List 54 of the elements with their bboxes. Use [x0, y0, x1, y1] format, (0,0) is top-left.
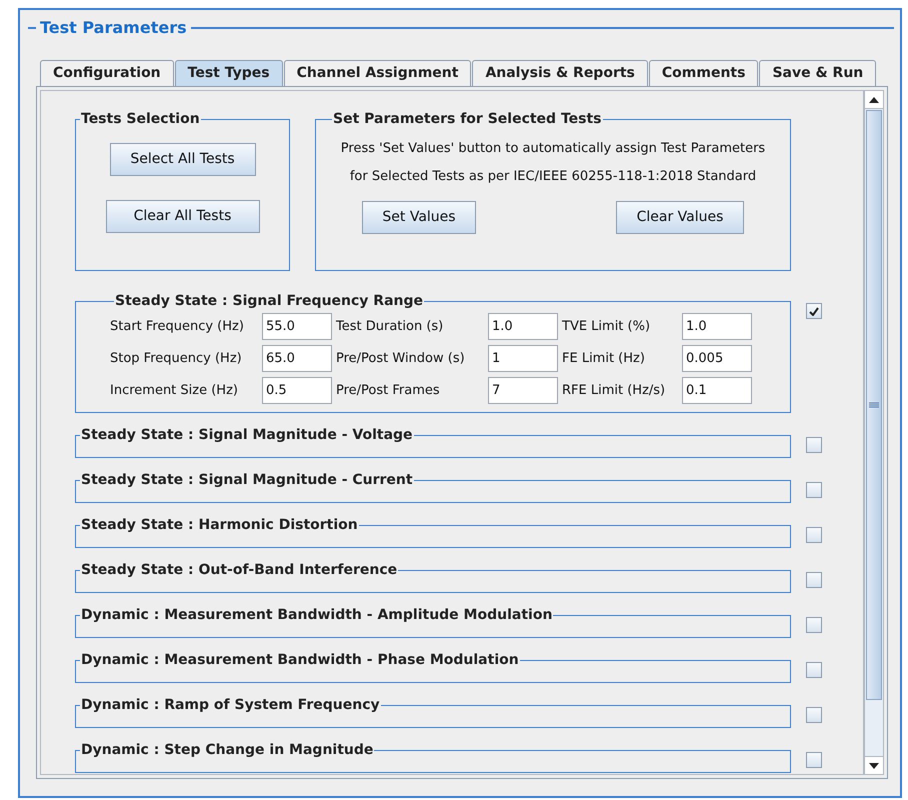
check-icon	[809, 306, 819, 316]
checkbox[interactable]	[806, 752, 822, 768]
input-field[interactable]: 1.0	[682, 313, 752, 340]
field-label: FE Limit (Hz)	[562, 350, 646, 368]
action-button[interactable]: Clear All Tests	[106, 200, 260, 233]
instruction-text: Press 'Set Values' button to automatically assign Test Parameters	[340, 140, 766, 158]
group-title: Steady State : Signal Magnitude - Voltage	[80, 427, 414, 443]
group-title: Dynamic : Measurement Bandwidth - Phase Modulation	[80, 652, 520, 668]
field-label: Increment Size (Hz)	[110, 382, 239, 400]
field-label: TVE Limit (%)	[562, 318, 652, 336]
input-field[interactable]: 65.0	[262, 345, 332, 372]
checkbox[interactable]	[806, 303, 822, 319]
group-title: Steady State : Signal Magnitude - Current	[80, 472, 414, 488]
field-label: Test Duration (s)	[336, 318, 444, 336]
field-label: Stop Frequency (Hz)	[110, 350, 243, 368]
tab[interactable]: Test Types	[174, 60, 283, 86]
group-title: Steady State : Out-of-Band Interference	[80, 562, 398, 578]
checkbox[interactable]	[806, 617, 822, 633]
field-label: RFE Limit (Hz/s)	[562, 382, 666, 400]
input-field[interactable]: 7	[488, 377, 558, 404]
group-title: Set Parameters for Selected Tests	[332, 111, 602, 127]
input-field[interactable]: 0.005	[682, 345, 752, 372]
checkbox[interactable]	[806, 482, 822, 498]
input-field[interactable]: 1	[488, 345, 558, 372]
input-field[interactable]: 0.5	[262, 377, 332, 404]
group-title: Dynamic : Ramp of System Frequency	[80, 697, 381, 713]
checkbox[interactable]	[806, 437, 822, 453]
tab[interactable]: Comments	[648, 60, 758, 86]
group-title: Dynamic : Step Change in Magnitude	[80, 742, 374, 758]
tab[interactable]: Analysis & Reports	[472, 60, 648, 86]
checkbox[interactable]	[806, 527, 822, 543]
field-label: Start Frequency (Hz)	[110, 318, 245, 336]
input-field[interactable]: 55.0	[262, 313, 332, 340]
instruction-text: for Selected Tests as per IEC/IEEE 60255-118-1:2018 Standard	[348, 168, 758, 186]
tab[interactable]: Channel Assignment	[284, 60, 472, 86]
scrollbar[interactable]	[864, 90, 884, 775]
group-title: Dynamic : Measurement Bandwidth - Amplitude Modulation	[80, 607, 554, 623]
field-label: Pre/Post Window (s)	[336, 350, 466, 368]
checkbox[interactable]	[806, 707, 822, 723]
checkbox[interactable]	[806, 572, 822, 588]
panel-title: Test Parameters	[39, 17, 188, 39]
action-button[interactable]: Select All Tests	[110, 143, 256, 176]
tab[interactable]: Configuration	[40, 60, 174, 86]
group-title: Steady State : Signal Frequency Range	[114, 293, 424, 309]
tab[interactable]: Save & Run	[759, 60, 876, 86]
group-title: Tests Selection	[80, 111, 201, 127]
scroll-thumb[interactable]	[866, 110, 882, 700]
input-field[interactable]: 1.0	[488, 313, 558, 340]
group-title: Steady State : Harmonic Distortion	[80, 517, 359, 533]
input-field[interactable]: 0.1	[682, 377, 752, 404]
checkbox[interactable]	[806, 662, 822, 678]
field-label: Pre/Post Frames	[336, 382, 441, 400]
action-button[interactable]: Clear Values	[616, 201, 744, 234]
action-button[interactable]: Set Values	[362, 201, 476, 234]
